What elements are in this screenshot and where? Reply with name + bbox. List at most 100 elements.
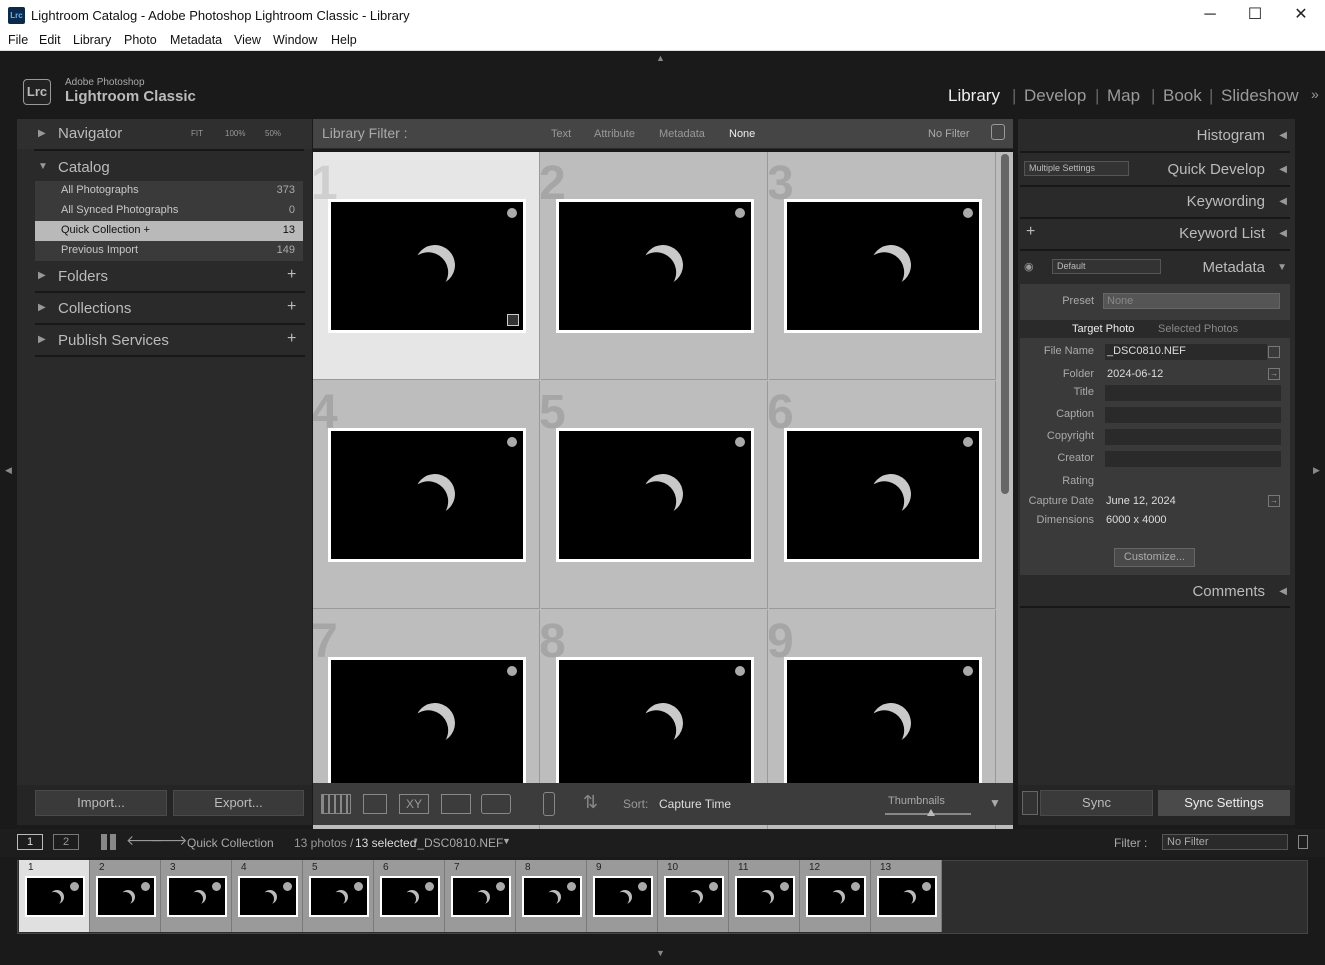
add-keyword-icon[interactable]: + bbox=[1026, 223, 1035, 241]
quick-collection-dot-icon[interactable] bbox=[963, 208, 973, 218]
filter-metadata-tab[interactable]: Metadata bbox=[659, 128, 705, 140]
thumbnail[interactable] bbox=[328, 199, 526, 333]
catalog-row-quick-collection[interactable]: Quick Collection + 13 bbox=[35, 221, 303, 241]
metadata-preset-select[interactable]: Default bbox=[1052, 259, 1161, 274]
expand-triangle-icon[interactable]: ▼ bbox=[38, 161, 48, 172]
grid-cell[interactable]: 6 bbox=[769, 381, 996, 609]
module-book[interactable]: Book bbox=[1163, 86, 1202, 106]
filmstrip-thumbnail[interactable] bbox=[735, 876, 795, 917]
grid-cell[interactable]: 2 bbox=[541, 152, 768, 380]
menu-metadata[interactable]: Metadata bbox=[170, 33, 222, 47]
catalog-row-all-synced[interactable]: All Synced Photographs 0 bbox=[35, 201, 303, 221]
auto-sync-toggle[interactable] bbox=[1022, 791, 1038, 815]
quick-collection-dot-icon[interactable] bbox=[567, 882, 576, 891]
filmstrip-filter-select[interactable]: No Filter bbox=[1162, 834, 1288, 850]
toolbar-menu-icon[interactable]: ▼ bbox=[989, 796, 1001, 810]
sync-button[interactable]: Sync bbox=[1040, 790, 1153, 816]
menu-edit[interactable]: Edit bbox=[39, 33, 61, 47]
quick-collection-dot-icon[interactable] bbox=[735, 666, 745, 676]
quick-collection-dot-icon[interactable] bbox=[141, 882, 150, 891]
menu-help[interactable]: Help bbox=[331, 33, 357, 47]
keywording-header[interactable]: Keywording ◀ bbox=[1018, 187, 1295, 217]
quick-collection-dot-icon[interactable] bbox=[507, 666, 517, 676]
sort-direction-icon[interactable]: ⇅ bbox=[583, 792, 598, 813]
quick-collection-dot-icon[interactable] bbox=[507, 208, 517, 218]
add-folder-icon[interactable]: + bbox=[287, 266, 296, 284]
histogram-header[interactable]: Histogram ◀ bbox=[1018, 121, 1295, 151]
filmstrip-cell[interactable]: 1 bbox=[19, 860, 90, 932]
filter-attribute-tab[interactable]: Attribute bbox=[594, 128, 635, 140]
quick-collection-dot-icon[interactable] bbox=[851, 882, 860, 891]
filmstrip-cell[interactable]: 12 bbox=[800, 860, 871, 932]
quick-collection-dot-icon[interactable] bbox=[922, 882, 931, 891]
catalog-row-previous-import[interactable]: Previous Import 149 bbox=[35, 241, 303, 261]
filmstrip-thumbnail[interactable] bbox=[664, 876, 724, 917]
filmstrip-cell[interactable]: 7 bbox=[445, 860, 516, 932]
folders-header[interactable]: ▶ Folders + bbox=[35, 265, 305, 293]
forward-arrow-icon[interactable]: 🡒 bbox=[150, 832, 188, 849]
quick-collection-dot-icon[interactable] bbox=[496, 882, 505, 891]
import-button[interactable]: Import... bbox=[35, 790, 167, 816]
scrollbar-thumb[interactable] bbox=[1001, 154, 1009, 494]
grid-cell[interactable]: 1 bbox=[313, 152, 540, 380]
module-develop[interactable]: Develop bbox=[1024, 86, 1086, 106]
grid-cell[interactable]: 3 bbox=[769, 152, 996, 380]
zoom-50[interactable]: 50% bbox=[265, 129, 281, 138]
sync-settings-button[interactable]: Sync Settings bbox=[1158, 790, 1290, 816]
slider-handle-icon[interactable] bbox=[927, 809, 935, 816]
capture-date-action-icon[interactable]: → bbox=[1268, 495, 1280, 507]
menu-view[interactable]: View bbox=[234, 33, 261, 47]
catalog-row-all-photographs[interactable]: All Photographs 373 bbox=[35, 181, 303, 201]
thumbnail[interactable] bbox=[556, 199, 754, 333]
filter-preset-select[interactable]: No Filter bbox=[928, 128, 970, 140]
filmstrip-thumbnail[interactable] bbox=[522, 876, 582, 917]
people-view-icon[interactable] bbox=[481, 794, 511, 814]
quick-collection-dot-icon[interactable] bbox=[638, 882, 647, 891]
metadata-preset-field[interactable]: None bbox=[1103, 293, 1280, 309]
filmstrip-cell[interactable]: 13 bbox=[871, 860, 942, 932]
filmstrip-thumbnail[interactable] bbox=[25, 876, 85, 917]
publish-services-header[interactable]: ▶ Publish Services + bbox=[35, 329, 305, 357]
right-panel-toggle-icon[interactable]: ▶ bbox=[1313, 465, 1320, 476]
quick-collection-dot-icon[interactable] bbox=[709, 882, 718, 891]
filter-text-tab[interactable]: Text bbox=[551, 128, 571, 140]
quick-collection-dot-icon[interactable] bbox=[963, 437, 973, 447]
thumbnail[interactable] bbox=[784, 199, 982, 333]
thumbnail[interactable] bbox=[556, 428, 754, 562]
filmstrip-cell[interactable]: 2 bbox=[90, 860, 161, 932]
filmstrip-thumbnail[interactable] bbox=[877, 876, 937, 917]
painter-icon[interactable] bbox=[543, 792, 555, 816]
filmstrip-cell[interactable]: 3 bbox=[161, 860, 232, 932]
thumbnail[interactable] bbox=[328, 657, 526, 791]
zoom-fit[interactable]: FIT bbox=[191, 129, 203, 138]
add-publish-icon[interactable]: + bbox=[287, 330, 296, 348]
close-button[interactable]: ✕ bbox=[1278, 0, 1324, 31]
filmstrip-cell[interactable]: 5 bbox=[303, 860, 374, 932]
left-panel-toggle-icon[interactable]: ◀ bbox=[5, 465, 12, 476]
sort-select[interactable]: Capture Time bbox=[659, 797, 731, 811]
filmstrip-cell[interactable]: 10 bbox=[658, 860, 729, 932]
screen-1-button[interactable]: 1 bbox=[17, 834, 43, 850]
menu-library[interactable]: Library bbox=[73, 33, 111, 47]
zoom-100[interactable]: 100% bbox=[225, 129, 245, 138]
file-name-field[interactable]: _DSC0810.NEF bbox=[1104, 343, 1268, 361]
grid-scrollbar[interactable] bbox=[997, 152, 1013, 832]
filmstrip-thumbnail[interactable] bbox=[238, 876, 298, 917]
metadata-header[interactable]: ◉ Default Metadata ▼ bbox=[1018, 253, 1295, 283]
quick-collection-dot-icon[interactable] bbox=[70, 882, 79, 891]
navigator-header[interactable]: ▶ Navigator FIT 100% 50% bbox=[17, 119, 312, 149]
grid-cell[interactable]: 5 bbox=[541, 381, 768, 609]
quick-collection-dot-icon[interactable] bbox=[963, 666, 973, 676]
tab-target-photo[interactable]: Target Photo bbox=[1072, 323, 1134, 335]
survey-view-icon[interactable] bbox=[441, 794, 471, 814]
collections-header[interactable]: ▶ Collections + bbox=[35, 297, 305, 325]
menu-file[interactable]: File bbox=[8, 33, 28, 47]
filmstrip-cell[interactable]: 8 bbox=[516, 860, 587, 932]
grid-shortcut-icon[interactable] bbox=[101, 834, 117, 850]
thumbnail[interactable] bbox=[784, 428, 982, 562]
eye-icon[interactable]: ◉ bbox=[1024, 260, 1034, 273]
quick-collection-dot-icon[interactable] bbox=[212, 882, 221, 891]
more-modules-icon[interactable]: » bbox=[1311, 86, 1319, 102]
filename-dropdown-icon[interactable]: ▼ bbox=[502, 836, 511, 846]
copyright-field[interactable] bbox=[1104, 428, 1282, 446]
